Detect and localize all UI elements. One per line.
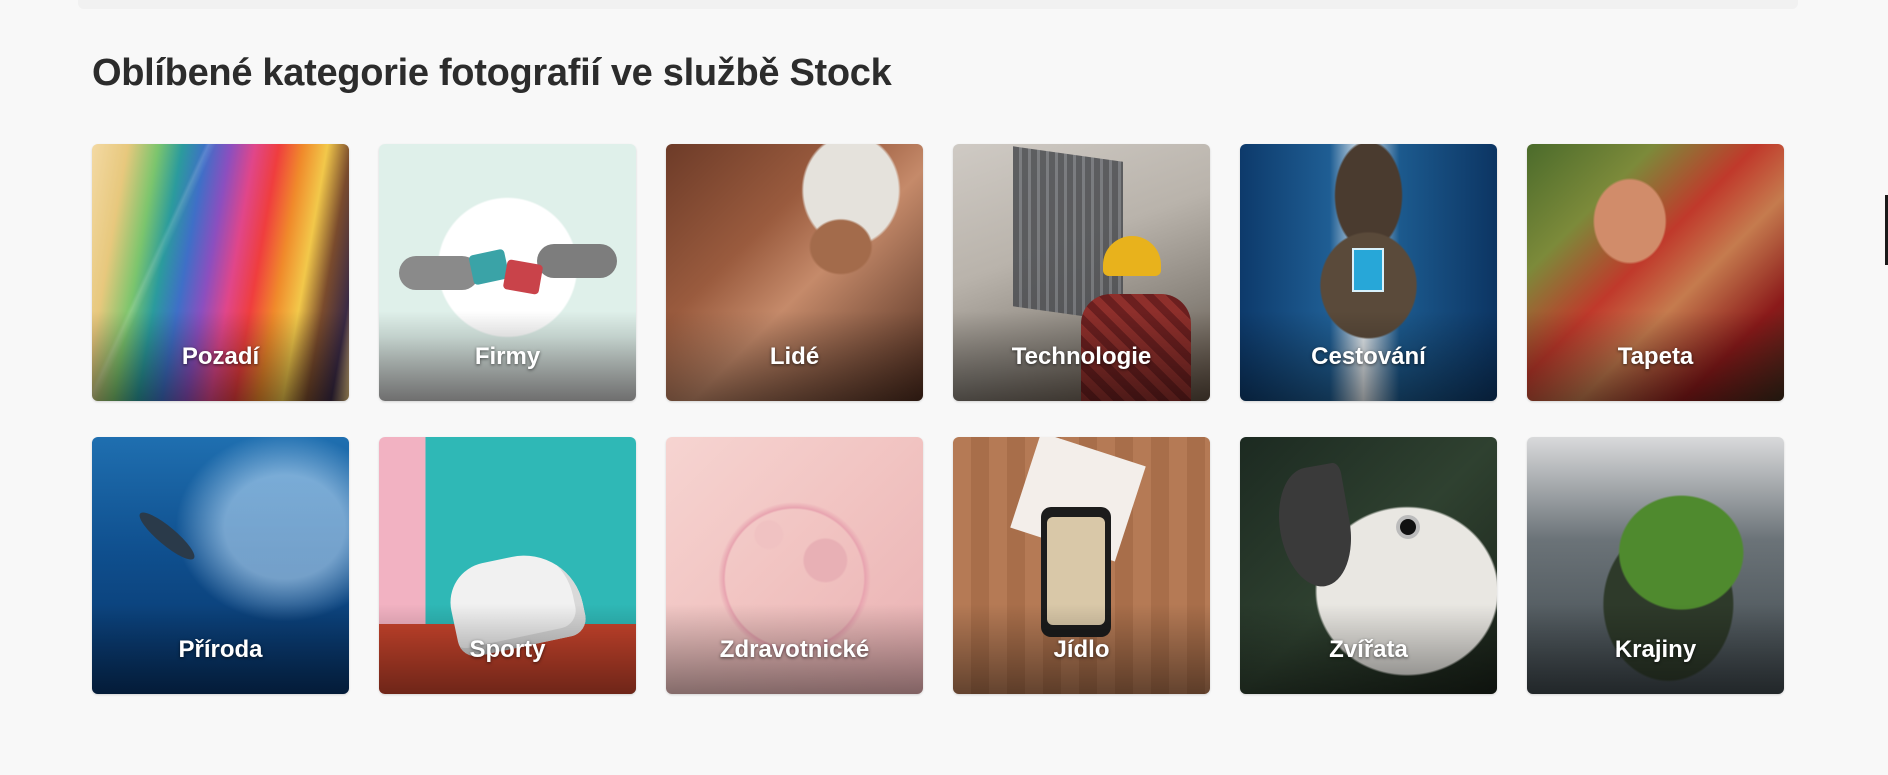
category-label: Firmy [474,343,541,370]
category-label: Zvířata [1329,636,1408,663]
category-label: Příroda [178,636,263,663]
pool-shape [1352,248,1384,292]
category-tile-zdravotnicke[interactable]: Zdravotnické [666,437,923,694]
category-tile-technologie[interactable]: Technologie [953,144,1210,401]
section-heading: Oblíbené kategorie fotografií ve službě … [92,52,892,94]
category-tile-firmy[interactable]: Firmy [379,144,636,401]
top-strip [78,0,1798,9]
category-tile-pozadi[interactable]: Pozadí [92,144,349,401]
category-tile-sporty[interactable]: Sporty [379,437,636,694]
category-grid: Pozadí Firmy Lidé Technologie Cestování … [92,144,1784,694]
category-label: Zdravotnické [719,636,870,663]
category-tile-zvirata[interactable]: Zvířata [1240,437,1497,694]
eye-shape [1400,519,1416,535]
category-tile-cestovani[interactable]: Cestování [1240,144,1497,401]
left-hand-shape [399,256,479,290]
category-label: Krajiny [1614,636,1697,663]
category-label: Lidé [769,343,820,370]
category-tile-krajiny[interactable]: Krajiny [1527,437,1784,694]
page: Oblíbené kategorie fotografií ve službě … [0,0,1888,775]
puzzle-piece-red [502,259,544,295]
dolphin-shape [134,506,200,566]
category-label: Technologie [1011,343,1152,370]
category-tile-tapeta[interactable]: Tapeta [1527,144,1784,401]
category-tile-priroda[interactable]: Příroda [92,437,349,694]
category-label: Tapeta [1617,343,1694,370]
category-tile-jidlo[interactable]: Jídlo [953,437,1210,694]
category-label: Cestování [1311,343,1426,370]
category-label: Jídlo [1053,636,1110,663]
category-label: Sporty [469,636,546,663]
category-label: Pozadí [181,343,260,370]
beak-shape [1270,461,1360,593]
right-hand-shape [537,244,617,278]
category-tile-lide[interactable]: Lidé [666,144,923,401]
